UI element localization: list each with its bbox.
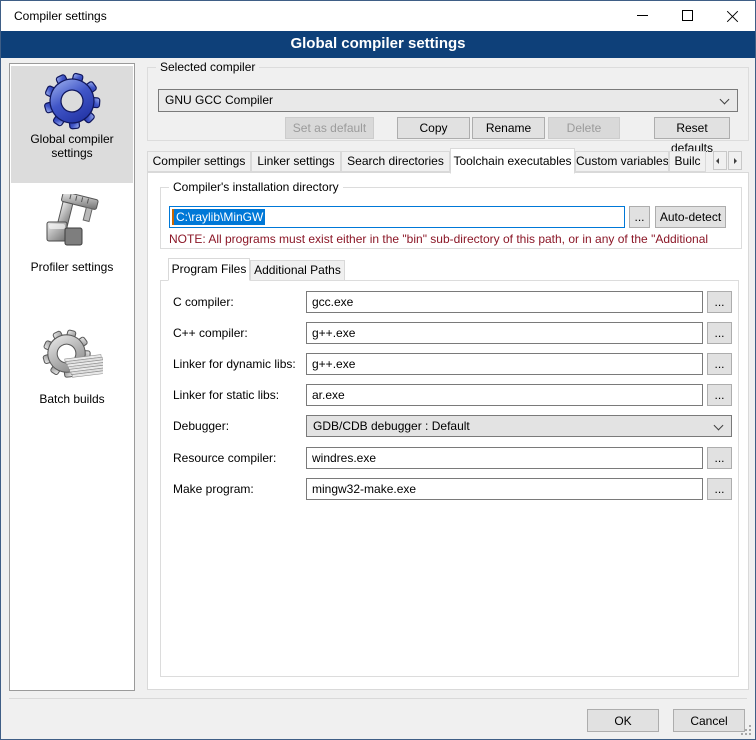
installation-directory-browse-button[interactable]: ... [629,206,650,228]
cpp-compiler-browse-button[interactable]: ... [707,322,732,344]
arrow-right-icon [734,158,737,164]
selected-compiler-group-title: Selected compiler [156,60,259,74]
linker-dynamic-browse-button[interactable]: ... [707,353,732,375]
gray-gear-stack-icon [41,328,103,390]
tab-toolchain-executables[interactable]: Toolchain executables [450,148,575,174]
arrow-left-icon [716,158,719,164]
window-title: Compiler settings [14,1,107,31]
ok-button[interactable]: OK [587,709,659,732]
tab-build-options-truncated[interactable]: Builc [669,151,706,172]
resource-compiler-input[interactable] [306,447,703,469]
linker-static-browse-button[interactable]: ... [707,384,732,406]
debugger-label: Debugger: [173,415,229,437]
cancel-button[interactable]: Cancel [673,709,745,732]
compiler-settings-dialog: Compiler settings Global compiler settin… [0,0,756,740]
compiler-tabstrip: Compiler settings Linker settings Search… [147,148,749,175]
tab-linker-settings[interactable]: Linker settings [251,151,341,172]
installation-directory-value: C:\raylib\MinGW [174,209,265,225]
resize-grip[interactable] [741,725,743,727]
chevron-down-icon [714,421,724,431]
cpp-compiler-label: C++ compiler: [173,322,248,344]
dialog-body: Global compiler settings [1,58,755,739]
tab-scroll-left-button[interactable] [713,151,727,170]
copy-button[interactable]: Copy [397,117,470,139]
sidebar-item-global-compiler-settings[interactable]: Global compiler settings [11,66,133,183]
window-controls [620,1,755,30]
installation-directory-group-title: Compiler's installation directory [169,180,343,194]
selected-compiler-group: Selected compiler GNU GCC Compiler Set a… [147,67,749,141]
linker-static-input[interactable] [306,384,703,406]
tab-scroll-right-button[interactable] [728,151,742,170]
linker-dynamic-label: Linker for dynamic libs: [173,353,296,375]
close-button[interactable] [710,1,755,30]
tab-program-files[interactable]: Program Files [168,258,250,281]
linker-static-label: Linker for static libs: [173,384,279,406]
sidebar-item-profiler-settings[interactable]: Profiler settings [11,190,133,294]
tab-search-directories[interactable]: Search directories [341,151,450,172]
titlebar: Compiler settings [1,1,755,31]
sidebar-item-batch-builds[interactable]: Batch builds [11,326,133,418]
reset-defaults-button[interactable]: Reset defaults [654,117,730,139]
program-files-panel: C compiler: ... C++ compiler: ... Linker… [160,280,739,677]
tab-compiler-settings[interactable]: Compiler settings [147,151,251,172]
resource-compiler-browse-button[interactable]: ... [707,447,732,469]
compiler-select[interactable]: GNU GCC Compiler [158,89,738,112]
blue-gear-icon [43,72,101,130]
compiler-select-value: GNU GCC Compiler [165,90,273,111]
sidebar-item-label: Global compiler settings [11,130,133,166]
auto-detect-button[interactable]: Auto-detect [655,206,726,228]
footer-divider [9,698,747,699]
sidebar-item-label: Batch builds [11,390,133,412]
sidebar-item-label: Profiler settings [11,258,133,280]
minimize-button[interactable] [620,1,665,30]
bin-subdirectory-note: NOTE: All programs must exist either in … [169,232,735,246]
chevron-down-icon [720,95,730,105]
minimize-icon [637,15,648,16]
make-program-label: Make program: [173,478,254,500]
maximize-icon [682,10,693,21]
resource-compiler-label: Resource compiler: [173,447,276,469]
c-compiler-input[interactable] [306,291,703,313]
maximize-button[interactable] [665,1,710,30]
tab-additional-paths[interactable]: Additional Paths [250,260,345,281]
rename-button[interactable]: Rename [472,117,545,139]
linker-dynamic-input[interactable] [306,353,703,375]
installation-directory-group: Compiler's installation directory C:\ray… [160,187,742,249]
c-compiler-browse-button[interactable]: ... [707,291,732,313]
tab-custom-variables[interactable]: Custom variables [575,151,669,172]
settings-sidebar: Global compiler settings [9,63,135,691]
cpp-compiler-input[interactable] [306,322,703,344]
caliper-icon [41,194,103,258]
close-icon [727,10,738,21]
debugger-select[interactable]: GDB/CDB debugger : Default [306,415,732,437]
c-compiler-label: C compiler: [173,291,234,313]
page-title: Global compiler settings [1,31,755,58]
debugger-select-value: GDB/CDB debugger : Default [313,416,470,437]
toolchain-executables-page: Compiler's installation directory C:\ray… [147,172,749,690]
set-as-default-button[interactable]: Set as default [285,117,374,139]
make-program-input[interactable] [306,478,703,500]
installation-directory-input[interactable]: C:\raylib\MinGW [169,206,625,228]
make-program-browse-button[interactable]: ... [707,478,732,500]
delete-button[interactable]: Delete [548,117,620,139]
